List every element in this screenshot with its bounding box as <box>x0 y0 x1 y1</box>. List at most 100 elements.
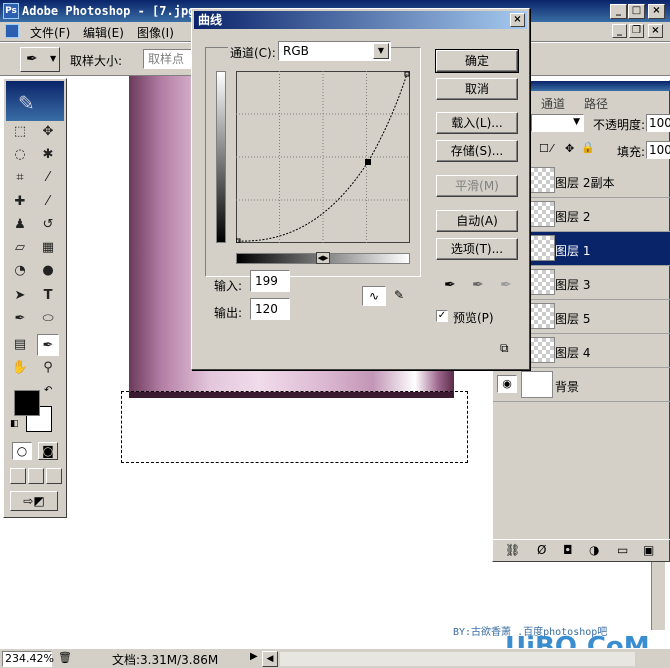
maximize-button[interactable]: □ <box>628 4 645 19</box>
lasso-tool-icon[interactable]: ◌ <box>9 144 31 166</box>
doc-restore-button[interactable]: ❐ <box>629 24 644 38</box>
scroll-left-button[interactable]: ◀ <box>262 651 278 667</box>
menu-edit[interactable]: 编辑(E) <box>83 24 124 41</box>
slice-tool-icon[interactable]: ⁄ <box>37 167 59 189</box>
load-button[interactable]: 载入(L)... <box>436 112 518 134</box>
tool-preset-picker[interactable]: ✒ ▼ <box>20 47 60 72</box>
gray-eyedropper-icon[interactable]: ✒ <box>472 277 484 293</box>
ok-button-label: 确定 <box>464 54 489 68</box>
vertical-scrollbar[interactable] <box>651 560 665 630</box>
move-tool-icon[interactable]: ✥ <box>37 121 59 143</box>
minimize-button[interactable]: _ <box>610 4 627 19</box>
ok-button[interactable]: 确定 <box>435 49 519 73</box>
pen-tool-icon[interactable]: ✒ <box>9 308 31 330</box>
clone-stamp-icon[interactable]: ♟ <box>9 214 31 236</box>
horizontal-scrollbar[interactable] <box>280 652 635 666</box>
dodge-tool-icon[interactable]: ● <box>37 260 59 282</box>
lock-transparency-icon[interactable]: ☐ <box>539 142 549 155</box>
layer-mask-icon[interactable]: ◘ <box>563 543 573 557</box>
new-layer-icon[interactable]: ▣ <box>643 543 654 557</box>
tab-channels[interactable]: 通道 <box>541 95 565 112</box>
link-layers-icon[interactable]: ⛓ <box>505 543 520 557</box>
foreground-color-swatch[interactable] <box>14 390 40 416</box>
layer-thumbnail <box>529 269 555 295</box>
output-label: 输出: <box>214 306 243 320</box>
gradient-direction-toggle[interactable]: ◀▶ <box>316 252 330 264</box>
eye-visibility-icon[interactable]: ◉ <box>497 375 517 393</box>
gradient-tool-icon[interactable]: ▦ <box>37 237 59 259</box>
preview-checkbox[interactable]: ✓ <box>436 310 448 322</box>
eyedropper-tool-icon[interactable]: ✒ <box>37 334 59 356</box>
trash-icon: 🗑 <box>58 651 72 664</box>
notes-tool-icon[interactable]: ▤ <box>9 334 31 356</box>
blend-mode-select[interactable]: ▼ <box>531 114 584 132</box>
shape-tool-icon[interactable]: ⬭ <box>37 308 59 330</box>
lock-paint-icon[interactable]: ⁄ <box>551 142 553 155</box>
brush-tool-icon[interactable]: ⁄ <box>37 191 59 213</box>
save-button[interactable]: 存储(S)... <box>436 140 518 162</box>
healing-brush-icon[interactable]: ✚ <box>9 191 31 213</box>
magic-wand-icon[interactable]: ✱ <box>37 144 59 166</box>
history-brush-icon[interactable]: ↺ <box>37 214 59 236</box>
doc-minimize-button[interactable]: _ <box>612 24 627 38</box>
options-button[interactable]: 选项(T)... <box>436 238 518 260</box>
layer-row[interactable]: ◉ 背景 <box>493 368 670 402</box>
sample-size-select[interactable]: 取样点 <box>143 49 193 69</box>
curve-tool-icon[interactable]: ∿ <box>362 286 386 306</box>
type-tool-icon[interactable]: T <box>37 285 59 307</box>
eyedropper-icon: ✒ <box>26 51 38 67</box>
hand-tool-icon[interactable]: ✋ <box>9 357 31 379</box>
jump-to-imageready-icon[interactable]: ⇨◩ <box>10 491 58 511</box>
curves-dialog-title: 曲线 <box>198 13 223 27</box>
auto-button[interactable]: 自动(A) <box>436 210 518 232</box>
new-group-icon[interactable]: ▭ <box>617 543 628 557</box>
pencil-tool-icon[interactable]: ✎ <box>390 286 408 306</box>
default-colors-icon[interactable]: ◧ <box>10 419 19 429</box>
doc-close-button[interactable]: × <box>648 24 663 38</box>
chevron-down-icon[interactable]: ▼ <box>373 43 389 59</box>
layer-name: 图层 1 <box>555 244 591 258</box>
screen-mode-1-icon[interactable] <box>10 468 26 484</box>
document-icon <box>5 24 19 38</box>
opacity-label: 不透明度: <box>593 118 646 132</box>
blur-tool-icon[interactable]: ◔ <box>9 260 31 282</box>
opacity-input[interactable]: 100 <box>646 114 670 132</box>
quick-mask-icon[interactable]: ◙ <box>38 442 58 460</box>
expand-view-icon[interactable]: ⧉ <box>500 341 509 356</box>
fill-input[interactable]: 100 <box>646 141 670 159</box>
layer-thumbnail <box>529 235 555 261</box>
screen-mode-3-icon[interactable] <box>46 468 62 484</box>
status-menu-arrow-icon[interactable]: ▶ <box>250 651 258 662</box>
marquee-tool-icon[interactable]: ⬚ <box>9 121 31 143</box>
dialog-close-button[interactable]: × <box>510 13 525 27</box>
opacity-value: 100 <box>649 116 670 130</box>
crop-tool-icon[interactable]: ⌗ <box>9 167 31 189</box>
channel-select[interactable]: RGB ▼ <box>278 41 391 61</box>
lock-all-icon[interactable]: 🔒 <box>581 141 595 154</box>
output-field[interactable]: 120 <box>250 298 290 320</box>
white-eyedropper-icon[interactable]: ✒ <box>500 277 512 293</box>
cancel-button[interactable]: 取消 <box>436 78 518 100</box>
dropdown-arrow-icon: ▼ <box>50 54 57 63</box>
close-button[interactable]: × <box>648 4 665 19</box>
menu-file[interactable]: 文件(F) <box>30 24 70 41</box>
screen-mode-2-icon[interactable] <box>28 468 44 484</box>
zoom-field[interactable]: 234.42% <box>2 651 54 667</box>
tab-paths[interactable]: 路径 <box>584 95 608 112</box>
save-button-label: 存储(S)... <box>450 144 504 158</box>
curves-dialog-titlebar: 曲线 <box>194 11 527 29</box>
window-title: Adobe Photoshop - [7.jpg <box>22 4 196 18</box>
black-eyedropper-icon[interactable]: ✒ <box>444 277 456 293</box>
swap-colors-icon[interactable]: ↶ <box>44 385 52 396</box>
eraser-tool-icon[interactable]: ▱ <box>9 237 31 259</box>
menu-image[interactable]: 图像(I) <box>137 24 174 41</box>
curves-graph[interactable] <box>236 71 410 243</box>
zoom-tool-icon[interactable]: ⚲ <box>37 357 59 379</box>
status-bar: 234.42% 🗑 文档:3.31M/3.86M ▶ ◀ <box>0 648 670 668</box>
layer-style-icon[interactable]: Ø <box>537 543 546 557</box>
adjustment-layer-icon[interactable]: ◑ <box>589 543 599 557</box>
lock-position-icon[interactable]: ✥ <box>565 142 574 155</box>
input-field[interactable]: 199 <box>250 270 290 292</box>
standard-mode-icon[interactable]: ○ <box>12 442 32 460</box>
path-selection-icon[interactable]: ➤ <box>9 285 31 307</box>
